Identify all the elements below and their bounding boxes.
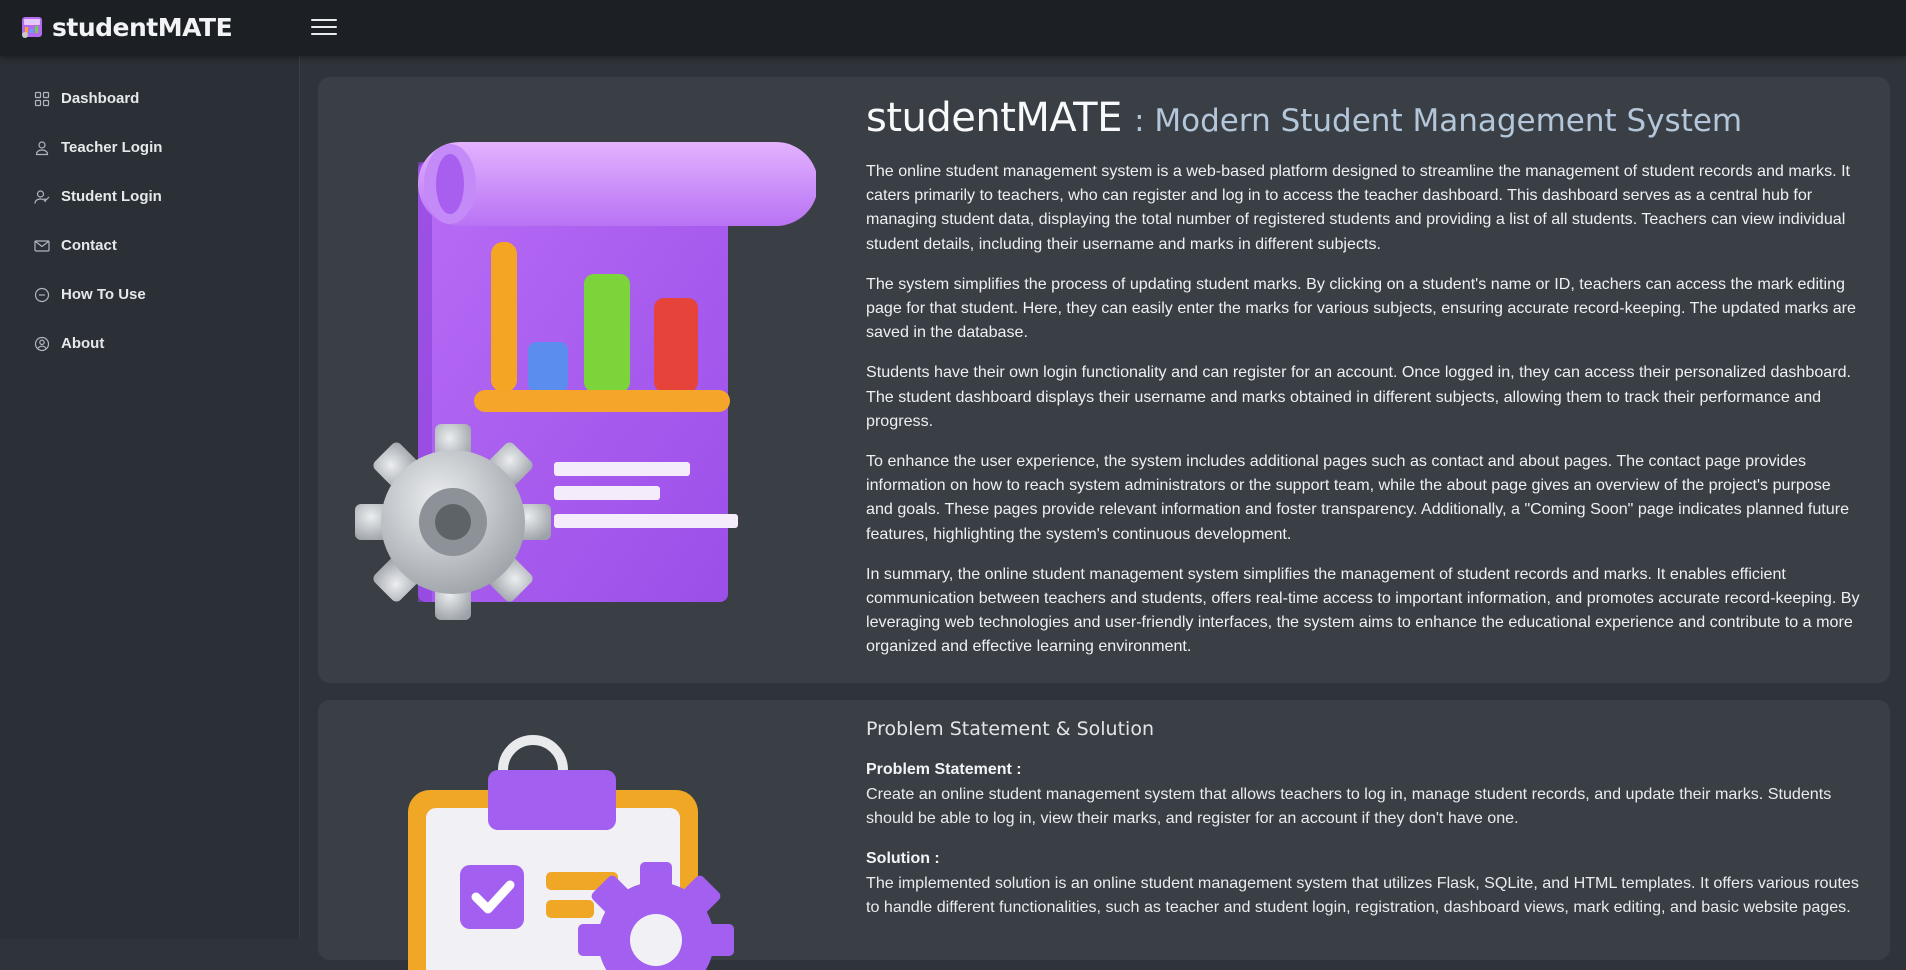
solution-text: The implemented solution is an online st… <box>866 873 1859 917</box>
sidebar-item-label: How To Use <box>61 286 146 303</box>
person-circle-icon <box>34 336 50 352</box>
dash-circle-icon <box>34 287 50 303</box>
page-title: studentMATE : Modern Student Management … <box>866 95 1860 141</box>
student-logo-icon <box>22 17 42 38</box>
section-title: Problem Statement & Solution <box>866 718 1154 740</box>
intro-paragraph: Students have their own login functional… <box>866 363 1852 430</box>
problem-statement-label: Problem Statement : <box>866 761 1022 778</box>
title-subtitle: : Modern Student Management System <box>1134 103 1743 139</box>
intro-paragraph: The online student management system is … <box>866 162 1851 253</box>
sidebar-item-label: Student Login <box>61 188 162 205</box>
person-check-icon <box>34 189 50 205</box>
sidebar-nav: Dashboard Teacher Login Student Login Co… <box>0 56 299 368</box>
sidebar-item-label: Dashboard <box>61 90 140 107</box>
sidebar-item-label: Teacher Login <box>61 139 163 156</box>
brand-name: studentMATE <box>52 12 233 42</box>
problem-card: Problem Statement & Solution Problem Sta… <box>318 700 1890 970</box>
person-icon <box>34 140 50 156</box>
intro-content: studentMATE : Modern Student Management … <box>866 95 1860 675</box>
menu-toggle-icon[interactable] <box>311 14 337 40</box>
intro-paragraph: To enhance the user experience, the syst… <box>866 452 1850 543</box>
title-brand: studentMATE <box>866 95 1122 141</box>
problem-statement-text: Create an online student management syst… <box>866 785 1832 828</box>
solution-block: Solution : The implemented solution is a… <box>866 847 1860 920</box>
sidebar: Dashboard Teacher Login Student Login Co… <box>0 56 300 939</box>
sidebar-item-how-to-use[interactable]: How To Use <box>0 270 299 319</box>
intro-paragraph: In summary, the online student managemen… <box>866 564 1860 656</box>
sidebar-item-student-login[interactable]: Student Login <box>0 172 299 221</box>
sidebar-item-label: Contact <box>61 237 117 254</box>
sidebar-item-contact[interactable]: Contact <box>0 221 299 270</box>
sidebar-item-teacher-login[interactable]: Teacher Login <box>0 123 299 172</box>
clipboard-gear-illustration <box>408 735 734 970</box>
brand[interactable]: studentMATE <box>20 10 233 44</box>
problem-statement-block: Problem Statement : Create an online stu… <box>866 758 1860 831</box>
envelope-icon <box>34 238 50 254</box>
sidebar-item-dashboard[interactable]: Dashboard <box>0 74 299 123</box>
report-chart-illustration <box>355 142 816 620</box>
intro-paragraph: The system simplifies the process of upd… <box>866 274 1856 342</box>
solution-label: Solution : <box>866 849 940 867</box>
sidebar-item-label: About <box>61 335 105 352</box>
sidebar-item-about[interactable]: About <box>0 319 299 368</box>
top-navbar: studentMATE <box>0 0 1906 56</box>
problem-content: Problem Statement & Solution Problem Sta… <box>866 718 1860 935</box>
grid-icon <box>34 91 50 107</box>
intro-card: studentMATE : Modern Student Management … <box>318 77 1890 683</box>
